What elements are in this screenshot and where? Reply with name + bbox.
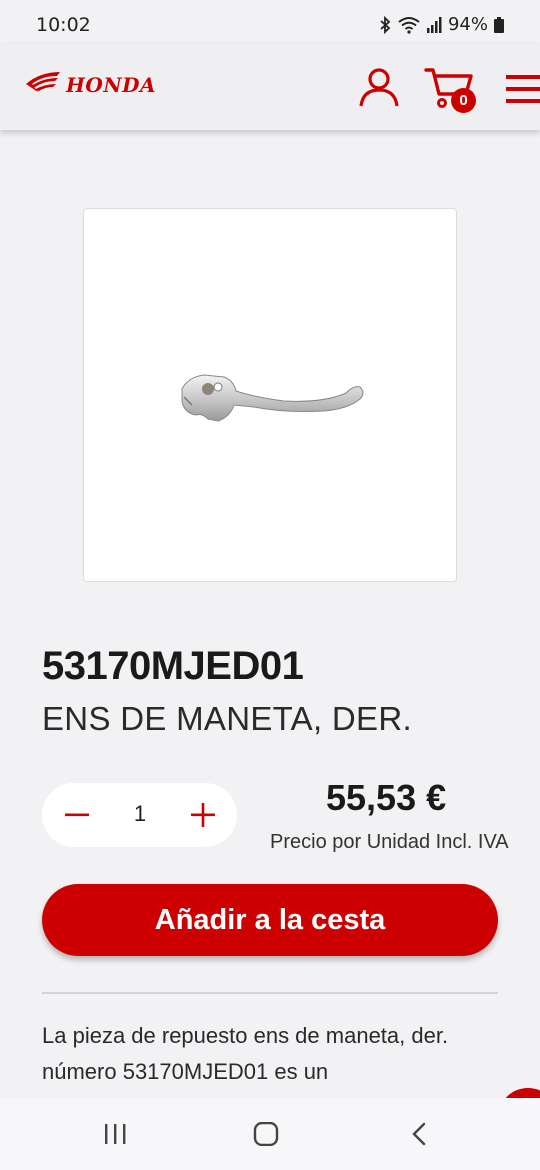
price: 55,53 € <box>326 777 447 818</box>
site-header: HONDA <box>0 44 540 130</box>
menu-icon[interactable] <box>506 72 540 111</box>
brake-lever-image <box>181 374 364 422</box>
honda-logo[interactable]: HONDA <box>24 70 156 99</box>
part-number: 53170MJED01 <box>42 644 304 688</box>
signal-icon <box>426 16 442 34</box>
divider <box>42 992 498 994</box>
recent-apps-icon[interactable] <box>102 1122 128 1151</box>
decrease-quantity-button[interactable] <box>62 800 92 830</box>
increase-quantity-button[interactable] <box>188 800 218 830</box>
status-bar: 10:02 94% <box>0 0 540 44</box>
price-note: Precio por Unidad Incl. IVA <box>270 831 509 853</box>
cart-count-badge[interactable]: 0 <box>451 88 476 113</box>
quantity-value[interactable]: 1 <box>122 801 158 827</box>
part-name: ENS DE MANETA, DER. <box>42 700 412 737</box>
status-icons: 94% <box>378 14 504 35</box>
add-to-cart-button[interactable]: Añadir a la cesta <box>42 884 498 956</box>
bluetooth-icon <box>378 15 392 34</box>
wifi-icon <box>398 16 420 34</box>
product-image[interactable] <box>83 208 457 582</box>
quantity-stepper: 1 <box>42 783 237 847</box>
battery-percent: 94% <box>447 14 488 35</box>
product-description: La pieza de repuesto ens de maneta, der.… <box>42 1023 449 1084</box>
battery-icon <box>494 16 504 33</box>
status-time: 10:02 <box>36 14 91 36</box>
honda-wing-logo <box>24 70 62 99</box>
back-icon[interactable] <box>409 1122 429 1151</box>
home-icon[interactable] <box>253 1121 279 1151</box>
brand-name: HONDA <box>66 72 156 97</box>
system-nav-bar <box>0 1098 540 1170</box>
user-icon[interactable] <box>358 66 400 113</box>
